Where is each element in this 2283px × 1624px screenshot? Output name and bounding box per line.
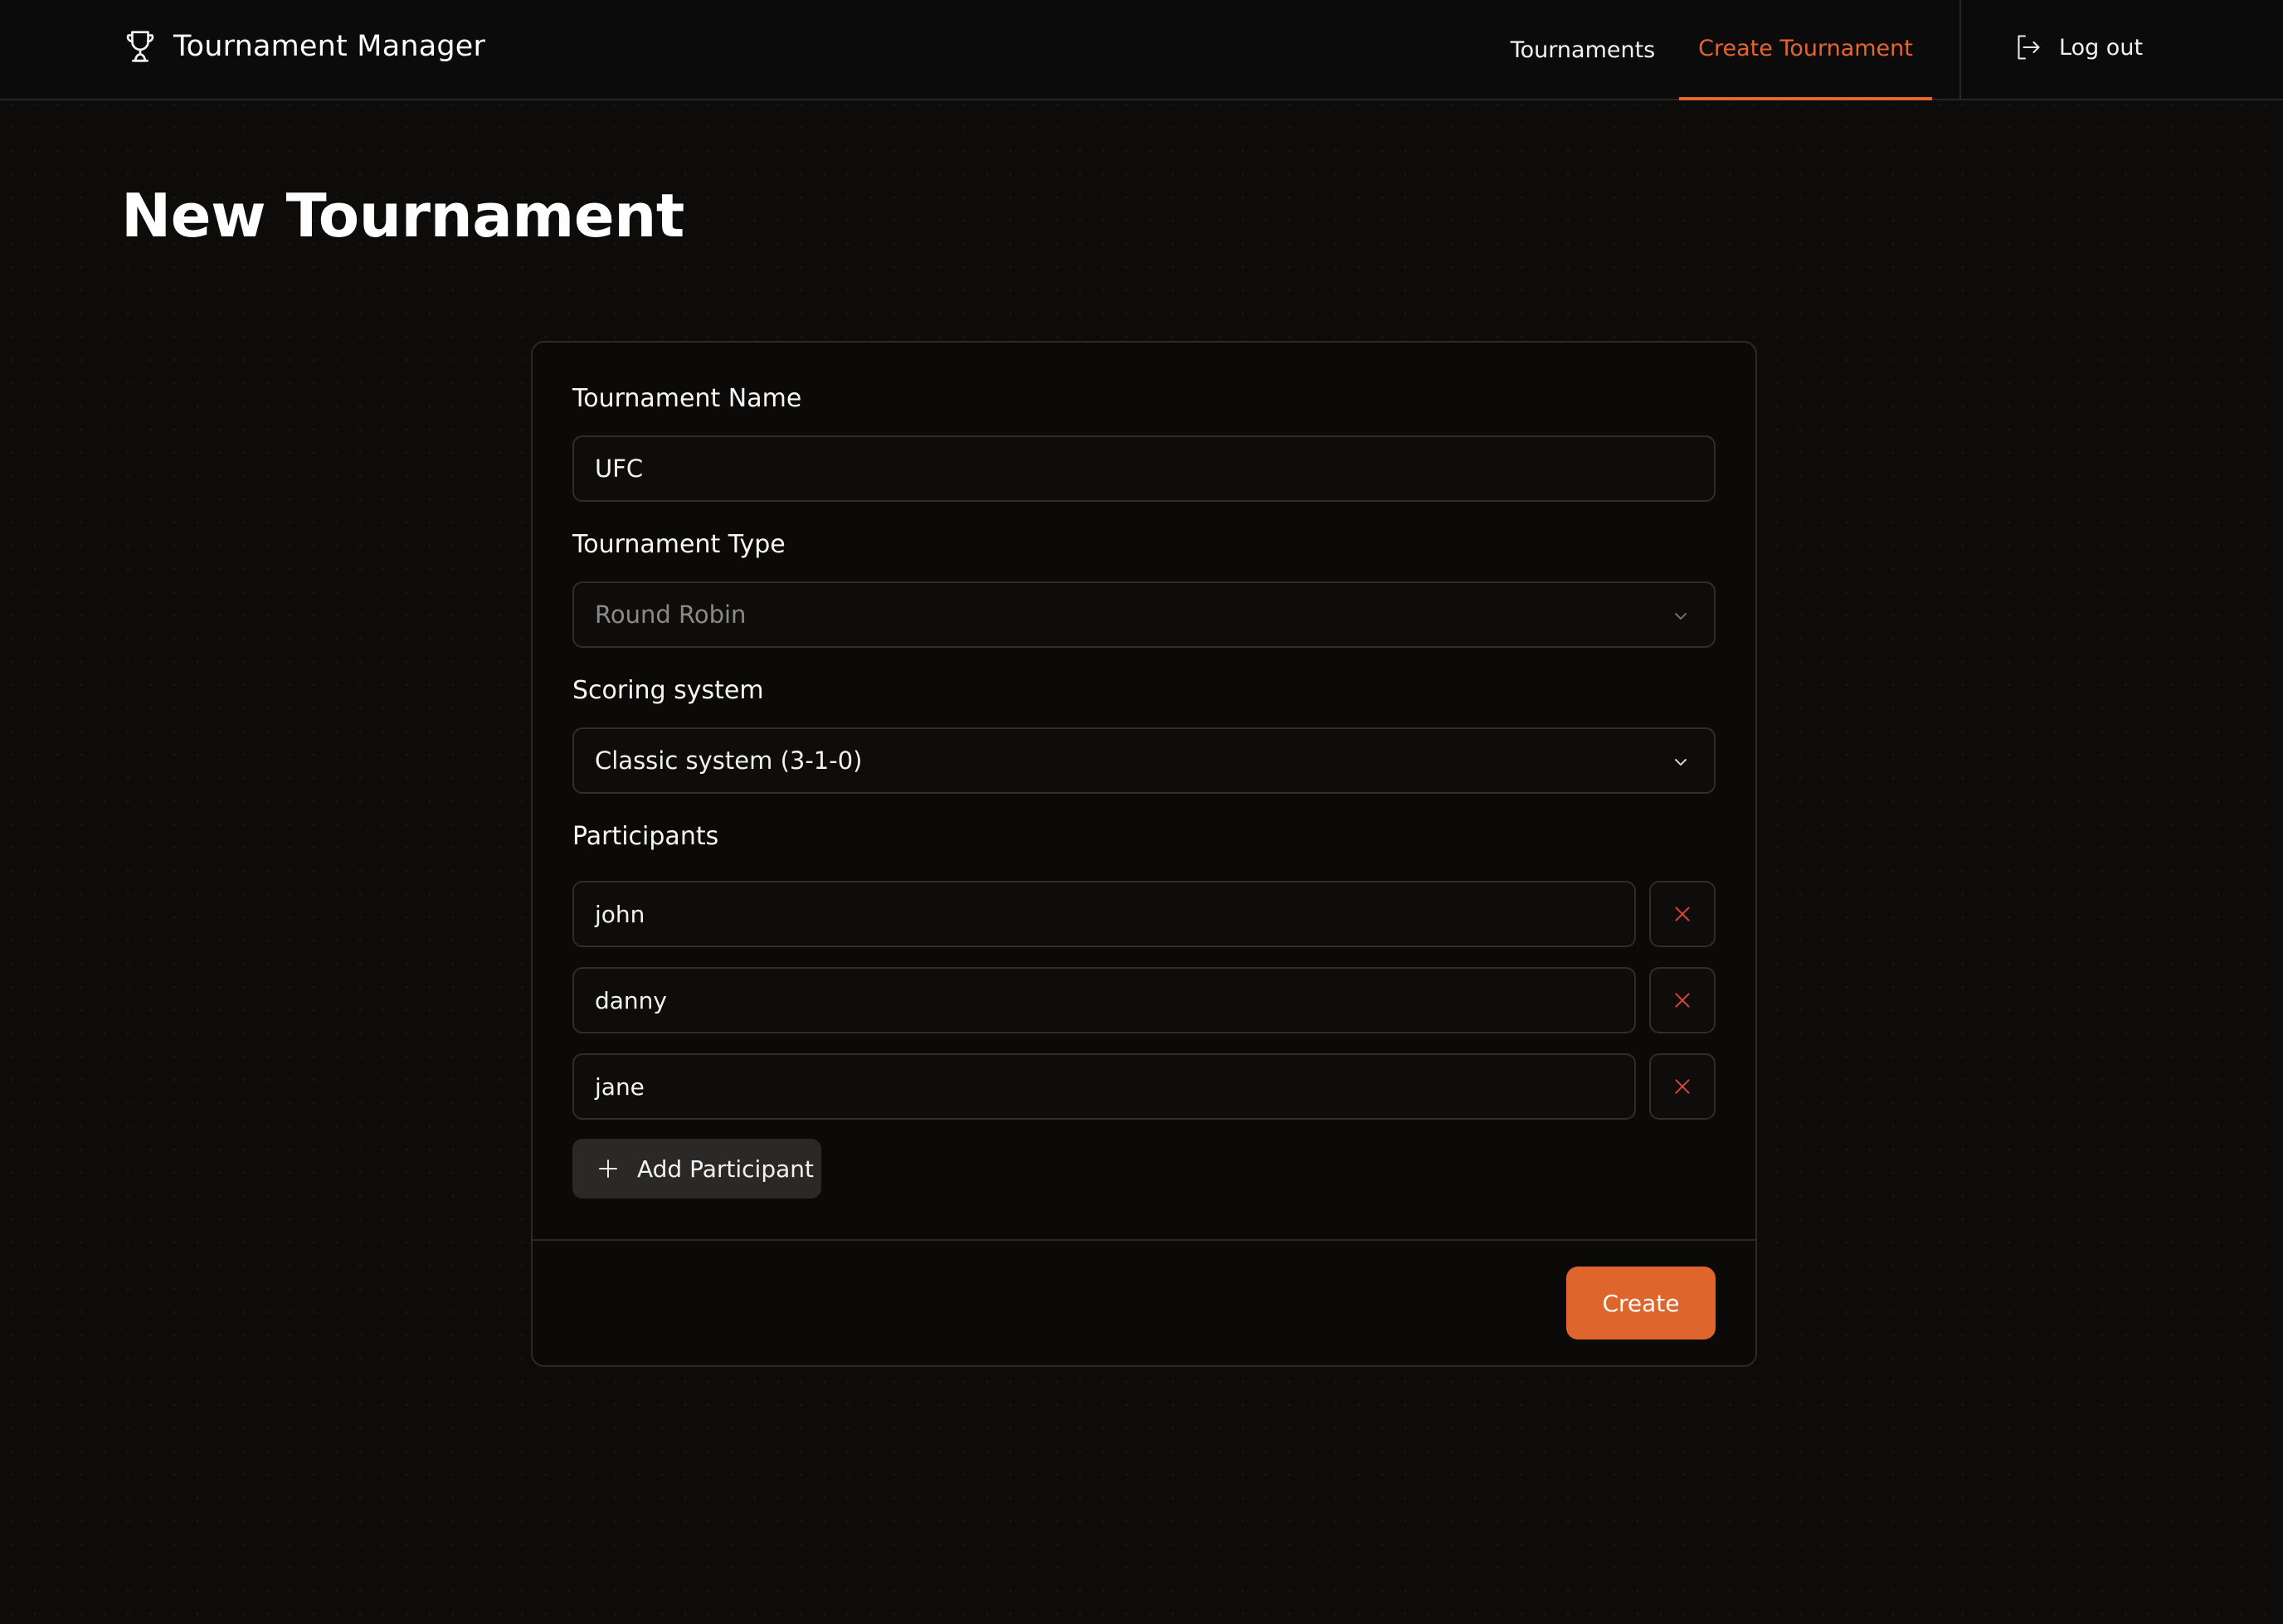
participant-name: jane: [595, 1072, 645, 1101]
logout-icon: [2018, 35, 2040, 60]
remove-participant-button[interactable]: [1649, 967, 1716, 1033]
logout-label: Log out: [2059, 34, 2144, 61]
logout-button[interactable]: Log out: [2013, 30, 2143, 65]
brand-name: Tournament Manager: [173, 30, 486, 63]
trophy-icon: [126, 31, 154, 62]
remove-participant-button[interactable]: [1649, 881, 1716, 947]
add-participant-button[interactable]: Add Participant: [572, 1139, 821, 1199]
participant-input[interactable]: danny: [572, 967, 1636, 1033]
create-button[interactable]: Create: [1566, 1267, 1716, 1340]
close-icon: [1675, 993, 1690, 1008]
participant-input[interactable]: jane: [572, 1053, 1636, 1120]
close-icon: [1675, 907, 1690, 921]
tournament-name-label: Tournament Name: [572, 384, 802, 413]
brand[interactable]: Tournament Manager: [121, 27, 485, 66]
nav-tournaments[interactable]: Tournaments: [1502, 0, 1664, 100]
tournament-type-select[interactable]: Round Robin: [572, 581, 1716, 648]
chevron-down-icon: [1675, 759, 1687, 766]
participant-input[interactable]: john: [572, 881, 1636, 947]
tournament-name-input[interactable]: UFC: [572, 435, 1716, 502]
participant-name: danny: [595, 986, 667, 1014]
remove-participant-button[interactable]: [1649, 1053, 1716, 1120]
close-icon: [1675, 1079, 1690, 1094]
tournament-type-value: Round Robin: [595, 600, 747, 629]
tournament-form-card: Tournament Name UFC Tournament Type Roun…: [531, 341, 1757, 1367]
participants-label: Participants: [572, 822, 719, 851]
top-navigation-bar: Tournament Manager Tournaments Create To…: [0, 0, 2283, 100]
tournament-type-label: Tournament Type: [572, 530, 786, 559]
page-title: New Tournament: [121, 181, 684, 250]
add-participant-label: Add Participant: [637, 1155, 814, 1183]
scoring-system-select[interactable]: Classic system (3-1-0): [572, 727, 1716, 794]
tournament-name-value: UFC: [595, 455, 644, 483]
plus-icon: [599, 1160, 617, 1178]
card-divider: [533, 1239, 1755, 1241]
nav-create-tournament[interactable]: Create Tournament: [1679, 0, 1932, 100]
participant-name: john: [595, 900, 645, 928]
chevron-down-icon: [1675, 613, 1687, 620]
nav-divider: [1959, 0, 1961, 100]
scoring-system-value: Classic system (3-1-0): [595, 746, 863, 775]
scoring-system-label: Scoring system: [572, 676, 764, 705]
